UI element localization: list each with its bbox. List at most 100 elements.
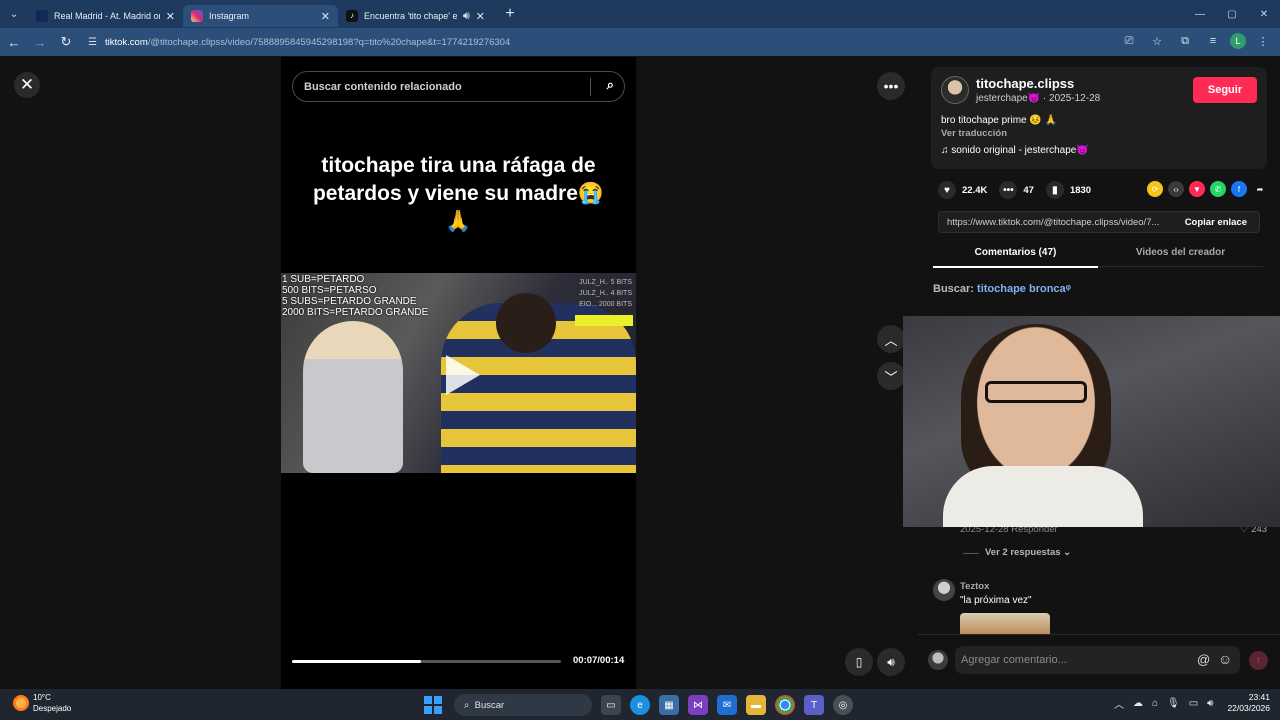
tab-real-madrid[interactable]: Real Madrid - At. Madrid online ✕ (28, 5, 183, 27)
microphone-icon[interactable]: 🎙︎ (1167, 698, 1180, 709)
picture-in-picture-webcam[interactable] (903, 316, 1280, 527)
back-icon[interactable]: ← (2, 30, 26, 54)
sound-link[interactable]: ♫ sonido original - jesterchape😈 (941, 145, 1089, 156)
site-info-icon[interactable]: ☰ (88, 37, 97, 48)
discord-like-icon[interactable]: ◎ (833, 695, 853, 715)
send-arrow-icon[interactable]: ↑ (1249, 651, 1268, 670)
music-note-icon: ♫ (941, 145, 952, 156)
stream-overlay-text: 1 SUB=PETARDO 500 BITS=PETARSO 5 SUBS=PE… (282, 274, 428, 318)
taskbar-search[interactable]: ⌕ Buscar (454, 694, 592, 716)
tab-favicon (36, 10, 48, 22)
yellow-badge (575, 315, 633, 326)
facebook-icon[interactable]: f (1231, 181, 1247, 197)
maximize-icon[interactable]: ▢ (1216, 0, 1248, 28)
tab-tiktok[interactable]: ♪ Encuentra 'tito chape' en TikTok 🔊︎ ✕ (338, 5, 493, 27)
commenter-avatar[interactable] (933, 579, 955, 601)
toolbar-actions: ⎚ ☆ ⧉ ≡ L ⋮ (1112, 30, 1274, 52)
commenter-username[interactable]: Teztox (960, 581, 989, 592)
sound-name: sonido original - jesterchape😈 (951, 145, 1089, 156)
follow-button[interactable]: Seguir (1193, 77, 1257, 103)
next-video-chevron-down-icon[interactable]: ﹀ (877, 362, 905, 390)
volume-icon[interactable]: 🔊︎ (877, 648, 905, 676)
new-tab-button[interactable]: + (499, 3, 521, 25)
extensions-icon[interactable]: ⧉ (1174, 30, 1196, 52)
task-view-icon[interactable]: ▭ (601, 695, 621, 715)
heart-icon: ♥ (938, 181, 956, 199)
search-suggestion[interactable]: Buscar: titochape broncaᵠ (933, 283, 1071, 295)
send-to-friends-icon[interactable]: ▼ (1189, 181, 1205, 197)
donation-list: JULZ_H.. 5 BITS JULZ_H.. 4 BITS EIO... 2… (579, 277, 632, 310)
close-icon[interactable]: ✕ (166, 10, 175, 23)
emoji-icon[interactable]: ☺ (1218, 651, 1232, 667)
share-link-url[interactable]: https://www.tiktok.com/@titochape.clipss… (947, 217, 1167, 228)
overlay-line: 1 SUB=PETARDO (282, 274, 365, 285)
embed-code-icon[interactable]: ‹› (1168, 181, 1184, 197)
overlay-line: 500 BITS=PETARSO (282, 285, 377, 296)
mail-icon[interactable]: ✉ (717, 695, 737, 715)
close-icon[interactable]: ✕ (476, 10, 485, 23)
store-icon[interactable]: ▦ (659, 695, 679, 715)
related-search-input[interactable]: Buscar contenido relacionado ⌕ (292, 71, 625, 102)
network-icon[interactable]: ⌂ (1152, 698, 1158, 709)
close-icon[interactable]: ✕ (321, 10, 330, 23)
previous-video-chevron-up-icon[interactable]: ︿ (877, 325, 905, 353)
copy-link-button[interactable]: Copiar enlace (1185, 217, 1247, 228)
donation-line: JULZ_H.. 4 BITS (579, 290, 632, 297)
author-avatar[interactable] (941, 76, 969, 104)
share-arrow-icon[interactable]: ➦ (1252, 181, 1268, 197)
tray-chevron-up-icon[interactable]: ︿ (1114, 696, 1124, 711)
media-control-icon[interactable]: ≡ (1202, 30, 1224, 52)
window-controls: — ▢ ✕ (1184, 0, 1280, 28)
windows-start-icon[interactable] (424, 696, 442, 714)
search-icon: ⌕ (464, 699, 475, 711)
search-icon[interactable]: ⌕ (607, 77, 614, 93)
bookmark-star-icon[interactable]: ☆ (1146, 30, 1168, 52)
like-count: 22.4K (962, 184, 988, 196)
like-button[interactable]: ♥ 22.4K (938, 181, 987, 199)
comment-image[interactable] (960, 613, 1050, 635)
view-replies-link[interactable]: Ver 2 respuestas ⌄ (962, 547, 1071, 558)
close-window-icon[interactable]: ✕ (1248, 0, 1280, 28)
video-player[interactable]: Buscar contenido relacionado ⌕ titochape… (281, 57, 636, 689)
save-button[interactable]: ▮ 1830 (1045, 181, 1091, 199)
whatsapp-icon[interactable]: ✆ (1210, 181, 1226, 197)
clock[interactable]: 23:41 22/03/2026 (1227, 692, 1270, 714)
mention-icon[interactable]: @ (1197, 652, 1210, 667)
close-video-button[interactable]: ✕ (14, 72, 40, 98)
chrome-icon[interactable] (775, 695, 795, 715)
weather-widget[interactable]: 10°C Despejado (13, 692, 71, 714)
speaker-icon[interactable]: 🔊︎ (463, 10, 470, 23)
tab-creator-videos[interactable]: Videos del creador (1098, 247, 1263, 258)
tab-title: Encuentra 'tito chape' en TikTok (364, 11, 457, 21)
onedrive-icon[interactable]: ☁ (1133, 698, 1143, 709)
profile-avatar[interactable]: L (1230, 33, 1246, 49)
play-icon[interactable] (446, 355, 480, 395)
reload-icon[interactable]: ↻ (54, 30, 78, 54)
repost-icon[interactable]: ⟳ (1147, 181, 1163, 197)
minimize-icon[interactable]: — (1184, 0, 1216, 28)
translate-link[interactable]: Ver traducción (941, 128, 1007, 139)
bookmark-icon: ▮ (1045, 181, 1064, 199)
forward-icon[interactable]: → (28, 30, 52, 54)
address-bar[interactable]: ☰ tiktok.com/@titochape.clipss/video/758… (80, 31, 1110, 53)
tiktok-video-page: ✕ Buscar contenido relacionado ⌕ titocha… (0, 57, 1280, 689)
search-suggestion-query[interactable]: titochape broncaᵠ (977, 283, 1071, 295)
speaker-icon[interactable]: 🔊︎ (1207, 698, 1213, 709)
visual-studio-icon[interactable]: ⋈ (688, 695, 708, 715)
tab-comments[interactable]: Comentarios (47) (933, 247, 1098, 268)
file-explorer-icon[interactable]: ▬ (746, 695, 766, 715)
tab-instagram[interactable]: Instagram ✕ (183, 5, 338, 27)
cast-icon[interactable]: ⎚ (1118, 30, 1140, 52)
menu-kebab-icon[interactable]: ⋮ (1252, 30, 1274, 52)
floating-player-icon[interactable]: ▯ (845, 648, 873, 676)
video-description: bro titochape prime 😣 🙏 (941, 115, 1058, 126)
teams-icon[interactable]: T (804, 695, 824, 715)
edge-icon[interactable]: e (630, 695, 650, 715)
comment-button[interactable]: ••• 47 (999, 181, 1034, 199)
author-username[interactable]: titochape.clipss (976, 76, 1074, 91)
progress-bar[interactable] (292, 660, 561, 663)
comment-icon: ••• (999, 181, 1018, 199)
more-options-icon[interactable]: ••• (877, 72, 905, 100)
display-icon[interactable]: ▭ (1189, 698, 1198, 709)
tab-search-chevron-icon[interactable]: ⌄ (0, 0, 28, 28)
